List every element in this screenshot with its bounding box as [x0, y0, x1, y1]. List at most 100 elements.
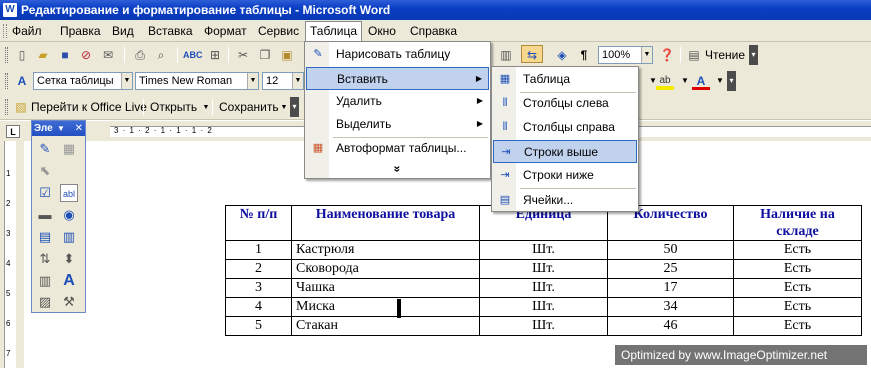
office-live-button[interactable]: Перейти к Office Live [31, 99, 147, 115]
print-preview-icon[interactable]: ⌕ [152, 46, 170, 64]
submenu-item-cells[interactable]: ▤ Ячейки... [493, 189, 637, 212]
spin-button-icon[interactable]: ⬍ [60, 250, 78, 268]
menu-tools[interactable]: Сервис [256, 23, 301, 39]
close-icon[interactable]: ✕ [75, 121, 83, 136]
table-cell[interactable]: Шт. [479, 297, 608, 317]
submenu-item-rows-below[interactable]: ⇥ Строки ниже [493, 164, 637, 187]
email-icon[interactable]: ✉ [99, 46, 117, 64]
table-cell[interactable]: Есть [733, 240, 862, 260]
table-cell[interactable]: 2 [225, 259, 292, 279]
table-header-cell[interactable]: № п/п [225, 205, 292, 241]
table-cell[interactable]: 50 [607, 240, 734, 260]
open-folder-icon[interactable]: ▰ [34, 46, 52, 64]
textbox-control-icon[interactable]: abl [60, 184, 78, 202]
help-icon[interactable]: ❓ [658, 46, 676, 64]
table-cell[interactable]: Чашка [291, 278, 480, 298]
columns-icon[interactable]: ▥ [497, 46, 515, 64]
table-cell[interactable]: Шт. [479, 316, 608, 336]
option-button-icon[interactable]: ◉ [60, 206, 78, 224]
table-cell[interactable]: Стакан [291, 316, 480, 336]
table-cell[interactable]: Есть [733, 278, 862, 298]
zoom-combo[interactable]: 100% ▼ [598, 46, 653, 64]
toolbar-options-icon[interactable]: ▾ [749, 45, 758, 65]
menu-expand-button[interactable]: » [306, 158, 489, 181]
combo-box-icon[interactable]: ▥ [60, 228, 78, 246]
view-code-icon[interactable]: ⬉ [36, 162, 54, 180]
paste-icon[interactable]: ▣ [278, 46, 296, 64]
open-menu-button[interactable]: Открыть [150, 99, 197, 115]
menu-format[interactable]: Формат [202, 23, 249, 39]
table-cell[interactable]: 5 [225, 316, 292, 336]
menu-item-draw-table[interactable]: ✎ Нарисовать таблицу [306, 43, 489, 66]
table-cell[interactable]: Миска [291, 297, 480, 317]
checkbox-control-icon[interactable]: ☑ [36, 184, 54, 202]
menu-item-delete[interactable]: Удалить ▶ [306, 90, 489, 113]
submenu-item-columns-left[interactable]: ⫴ Столбцы слева [493, 92, 637, 115]
save-icon[interactable]: ■ [56, 46, 74, 64]
menu-table[interactable]: Таблица [305, 21, 363, 42]
table-cell[interactable]: Шт. [479, 240, 608, 260]
menu-file[interactable]: Файл [10, 23, 44, 39]
table-cell[interactable]: 1 [225, 240, 292, 260]
menu-item-select[interactable]: Выделить ▶ [306, 113, 489, 136]
table-cell[interactable]: Сковорода [291, 259, 480, 279]
toggle-button-icon[interactable]: ⇅ [36, 250, 54, 268]
menu-help[interactable]: Справка [408, 23, 459, 39]
table-cell[interactable]: Кастрюля [291, 240, 480, 260]
toolbar-options-icon[interactable]: ▾ [290, 97, 299, 117]
chevron-down-icon[interactable]: ▼ [57, 121, 65, 136]
styles-icon[interactable]: A [13, 72, 31, 90]
design-mode-icon[interactable]: ✎ [36, 140, 54, 158]
document-map-icon[interactable]: ⇆ [521, 45, 543, 63]
toolbar-grip[interactable] [5, 73, 8, 89]
toolbar-options-icon[interactable]: ▾ [727, 71, 736, 91]
image-control-icon[interactable]: ▨ [36, 293, 54, 311]
show-formatting-icon[interactable]: ¶ [575, 46, 593, 64]
menu-item-autoformat[interactable]: ▦ Автоформат таблицы... [306, 137, 489, 160]
font-size-combo[interactable]: 12 ▼ [262, 72, 304, 90]
table-cell[interactable]: 46 [607, 316, 734, 336]
table-cell[interactable]: Шт. [479, 259, 608, 279]
table-header-cell[interactable]: Наименование товара [291, 205, 480, 241]
menu-item-insert[interactable]: Вставить ▶ [306, 67, 489, 90]
more-controls-icon[interactable]: ⚒ [60, 293, 78, 311]
table-cell[interactable]: 17 [607, 278, 734, 298]
scroll-bar-icon[interactable]: ▥ [36, 272, 54, 290]
drawing-icon[interactable]: ◈ [553, 46, 571, 64]
office-live-icon[interactable]: ▧ [12, 98, 30, 116]
table-cell[interactable]: Есть [733, 316, 862, 336]
chevron-down-icon[interactable]: ▼ [292, 73, 303, 89]
menu-edit[interactable]: Правка [58, 23, 103, 39]
menu-view[interactable]: Вид [110, 23, 136, 39]
table-cell[interactable]: 25 [607, 259, 734, 279]
table-cell[interactable]: 3 [225, 278, 292, 298]
submenu-item-rows-above[interactable]: ⇥ Строки выше [493, 140, 637, 163]
toolbar-grip[interactable] [5, 47, 8, 63]
reading-mode-button[interactable]: Чтение [705, 47, 745, 63]
research-icon[interactable]: ⊞ [206, 46, 224, 64]
menu-window[interactable]: Окно [366, 23, 398, 39]
label-control-icon[interactable]: A [60, 272, 78, 290]
floating-toolbar-header[interactable]: Эле ▼ ✕ [32, 121, 85, 136]
toolbar-grip[interactable] [5, 99, 8, 115]
properties-icon[interactable]: ▦ [60, 140, 78, 158]
table-cell[interactable]: Есть [733, 297, 862, 317]
highlight-icon[interactable]: ab [656, 72, 674, 90]
table-cell[interactable]: 34 [607, 297, 734, 317]
command-button-icon[interactable]: ▬ [36, 206, 54, 224]
copy-icon[interactable]: ❐ [256, 46, 274, 64]
permission-icon[interactable]: ⊘ [77, 46, 95, 64]
font-combo[interactable]: Times New Roman ▼ [135, 72, 259, 90]
cut-icon[interactable]: ✂ [234, 46, 252, 64]
font-color-icon[interactable]: A [692, 72, 710, 90]
save-menu-button[interactable]: Сохранить [219, 99, 279, 115]
chevron-down-icon[interactable]: ▼ [121, 73, 132, 89]
table-cell[interactable]: Есть [733, 259, 862, 279]
print-icon[interactable]: ⎙ [131, 46, 149, 64]
menu-insert[interactable]: Вставка [146, 23, 195, 39]
document-table[interactable]: № п/п Наименование товара Единица Количе… [225, 205, 862, 336]
reading-mode-icon[interactable]: ▤ [685, 46, 703, 64]
spelling-icon[interactable]: ABC [183, 46, 203, 64]
submenu-item-columns-right[interactable]: ⫴ Столбцы справа [493, 116, 637, 139]
table-cell[interactable]: Шт. [479, 278, 608, 298]
